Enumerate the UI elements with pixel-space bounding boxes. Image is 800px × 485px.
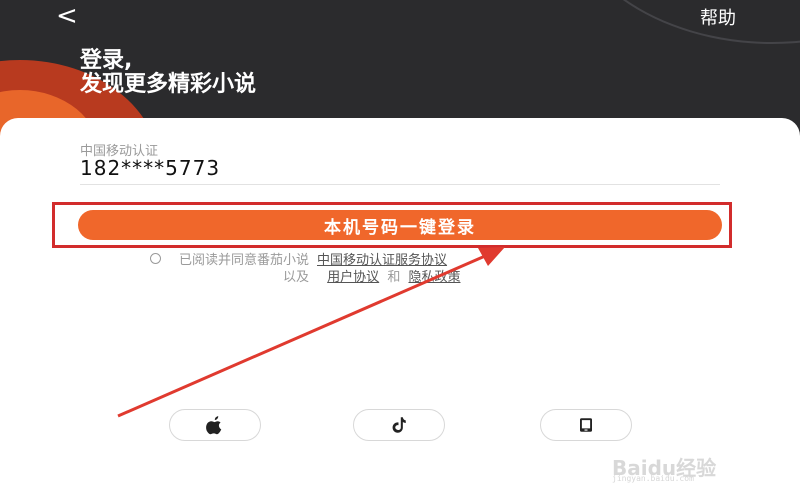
back-button[interactable]: < — [56, 2, 86, 32]
tiktok-icon — [392, 417, 406, 433]
and-symbol: 和 — [387, 270, 401, 285]
watermark-url: jingyan.baidu.com — [612, 474, 694, 483]
phone-login-button[interactable] — [540, 409, 632, 441]
phone-icon — [580, 418, 592, 432]
one-click-login-button[interactable]: 本机号码一键登录 — [78, 210, 722, 240]
headline-line-2: 发现更多精彩小说 — [80, 72, 257, 97]
decorative-ring — [560, 0, 800, 44]
agree-radio[interactable] — [150, 253, 161, 264]
apple-login-button[interactable] — [169, 409, 261, 441]
phone-number: 182****5773 — [80, 156, 221, 180]
headline: 登录, 发现更多精彩小说 — [80, 50, 256, 98]
headline-line-1: 登录, — [80, 48, 133, 73]
apple-icon — [206, 416, 222, 435]
and-label: 以及 — [283, 270, 310, 285]
user-agreement-link[interactable]: 用户协议 — [327, 270, 379, 285]
tiktok-login-button[interactable] — [353, 409, 445, 441]
divider — [80, 184, 720, 185]
agreement-row-2: 以及 用户协议 和 隐私政策 — [283, 266, 464, 285]
help-link[interactable]: 帮助 — [700, 4, 736, 30]
privacy-policy-link[interactable]: 隐私政策 — [408, 270, 460, 285]
